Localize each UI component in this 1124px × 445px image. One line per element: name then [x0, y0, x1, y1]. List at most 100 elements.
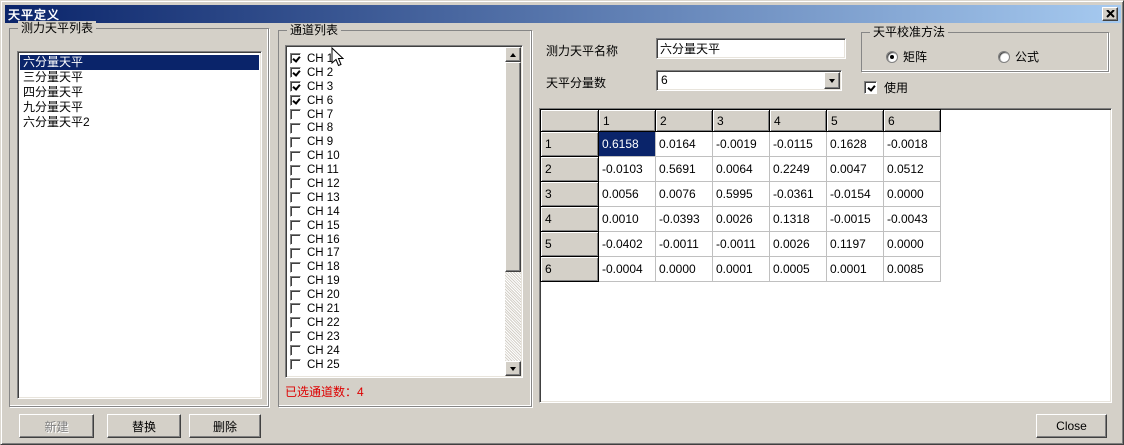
channel-checkbox[interactable] [290, 248, 301, 259]
list-item[interactable]: 四分量天平 [20, 85, 259, 100]
matrix-cell[interactable]: 0.0010 [599, 207, 656, 232]
matrix-cell[interactable]: 0.0026 [770, 232, 827, 257]
channel-item[interactable]: CH 17 [288, 246, 504, 260]
channel-item[interactable]: CH 12 [288, 177, 504, 191]
channel-item[interactable]: CH 3 [288, 80, 504, 94]
channel-checkbox[interactable] [290, 67, 301, 78]
channel-item[interactable]: CH 22 [288, 316, 504, 330]
matrix-cell[interactable]: -0.0103 [599, 157, 656, 182]
matrix-cell[interactable]: -0.0115 [770, 132, 827, 157]
use-checkbox[interactable] [864, 81, 877, 94]
matrix-cell[interactable]: -0.0015 [827, 207, 884, 232]
channel-item[interactable]: CH 9 [288, 135, 504, 149]
channel-item[interactable]: CH 23 [288, 330, 504, 344]
channel-item[interactable]: CH 16 [288, 233, 504, 247]
matrix-cell[interactable]: -0.0011 [656, 232, 713, 257]
matrix-row-header[interactable]: 5 [541, 232, 599, 257]
replace-button[interactable]: 替换 [107, 414, 181, 438]
channel-checkbox[interactable] [290, 303, 301, 314]
radio-option-formula[interactable]: 公式 [998, 48, 1039, 65]
channel-item[interactable]: CH 1 [288, 52, 504, 66]
matrix-cell[interactable]: 0.0001 [827, 257, 884, 282]
channel-item[interactable]: CH 2 [288, 66, 504, 80]
close-button[interactable]: Close [1036, 414, 1107, 438]
matrix-column-header[interactable]: 1 [599, 110, 656, 132]
channel-checkbox[interactable] [290, 290, 301, 301]
channel-item[interactable]: CH 8 [288, 121, 504, 135]
channel-item[interactable]: CH 25 [288, 358, 504, 372]
matrix-cell[interactable]: 0.0026 [713, 207, 770, 232]
channel-item[interactable]: CH 15 [288, 219, 504, 233]
channel-checkbox[interactable] [290, 109, 301, 120]
channel-checkbox[interactable] [290, 81, 301, 92]
channel-checkbox[interactable] [290, 137, 301, 148]
matrix-cell[interactable]: 0.5995 [713, 182, 770, 207]
matrix-cell[interactable]: 0.0005 [770, 257, 827, 282]
matrix-cell[interactable]: 0.6158 [599, 132, 656, 157]
channel-scrollbar[interactable] [505, 47, 521, 376]
matrix-row-header[interactable]: 6 [541, 257, 599, 282]
matrix-cell[interactable]: 0.0047 [827, 157, 884, 182]
radio-option-matrix[interactable]: 矩阵 [886, 48, 927, 65]
matrix-cell[interactable]: 0.0085 [884, 257, 941, 282]
channel-checkbox[interactable] [290, 206, 301, 217]
channel-item[interactable]: CH 13 [288, 191, 504, 205]
matrix-cell[interactable]: -0.0393 [656, 207, 713, 232]
channel-checkbox[interactable] [290, 262, 301, 273]
channel-checkbox[interactable] [290, 178, 301, 189]
matrix-cell[interactable]: 0.1628 [827, 132, 884, 157]
matrix-cell[interactable]: -0.0011 [713, 232, 770, 257]
balance-name-input[interactable] [656, 38, 846, 59]
balance-list[interactable]: 六分量天平三分量天平四分量天平九分量天平六分量天平2 [17, 51, 262, 399]
scroll-up-button[interactable] [505, 47, 521, 62]
new-button[interactable]: 新建 [19, 414, 94, 438]
matrix-cell[interactable]: -0.0154 [827, 182, 884, 207]
list-item[interactable]: 九分量天平 [20, 100, 259, 115]
channel-checkbox[interactable] [290, 53, 301, 64]
matrix-cell[interactable]: 0.0076 [656, 182, 713, 207]
matrix-column-header[interactable]: 4 [770, 110, 827, 132]
channel-checkbox[interactable] [290, 192, 301, 203]
channel-item[interactable]: CH 14 [288, 205, 504, 219]
channel-item[interactable]: CH 11 [288, 163, 504, 177]
matrix-cell[interactable]: 0.0512 [884, 157, 941, 182]
matrix-cell[interactable]: -0.0361 [770, 182, 827, 207]
channel-checkbox[interactable] [290, 317, 301, 328]
matrix-cell[interactable]: -0.0019 [713, 132, 770, 157]
matrix-cell[interactable]: 0.5691 [656, 157, 713, 182]
matrix-row-header[interactable]: 3 [541, 182, 599, 207]
matrix-cell[interactable]: 0.1318 [770, 207, 827, 232]
close-window-button[interactable] [1102, 7, 1118, 21]
channel-item[interactable]: CH 24 [288, 344, 504, 358]
channel-item[interactable]: CH 6 [288, 94, 504, 108]
scrollbar-thumb[interactable] [505, 62, 521, 272]
radio-button-formula[interactable] [998, 51, 1010, 63]
matrix-cell[interactable]: 0.1197 [827, 232, 884, 257]
channel-checklist[interactable]: CH 1CH 2CH 3CH 6CH 7CH 8CH 9CH 10CH 11CH… [285, 45, 523, 378]
matrix-cell[interactable]: 0.0064 [713, 157, 770, 182]
channel-item[interactable]: CH 7 [288, 108, 504, 122]
channel-checkbox[interactable] [290, 165, 301, 176]
channel-checkbox[interactable] [290, 331, 301, 342]
channel-checkbox[interactable] [290, 359, 301, 370]
channel-item[interactable]: CH 10 [288, 149, 504, 163]
matrix-cell[interactable]: -0.0004 [599, 257, 656, 282]
use-checkbox-row[interactable]: 使用 [864, 79, 908, 96]
component-count-combobox[interactable]: 6 [656, 70, 842, 91]
channel-checkbox[interactable] [290, 345, 301, 356]
matrix-cell[interactable]: -0.0043 [884, 207, 941, 232]
matrix-cell[interactable]: 0.2249 [770, 157, 827, 182]
channel-checkbox[interactable] [290, 234, 301, 245]
matrix-column-header[interactable]: 3 [713, 110, 770, 132]
channel-checkbox[interactable] [290, 276, 301, 287]
matrix-cell[interactable]: 0.0000 [656, 257, 713, 282]
matrix-column-header[interactable]: 6 [884, 110, 941, 132]
radio-button-matrix[interactable] [886, 51, 898, 63]
combobox-dropdown-button[interactable] [824, 72, 840, 89]
channel-item[interactable]: CH 20 [288, 288, 504, 302]
channel-checkbox[interactable] [290, 220, 301, 231]
channel-item[interactable]: CH 21 [288, 302, 504, 316]
matrix-cell[interactable]: 0.0056 [599, 182, 656, 207]
channel-item[interactable]: CH 18 [288, 260, 504, 274]
matrix-cell[interactable]: 0.0000 [884, 182, 941, 207]
